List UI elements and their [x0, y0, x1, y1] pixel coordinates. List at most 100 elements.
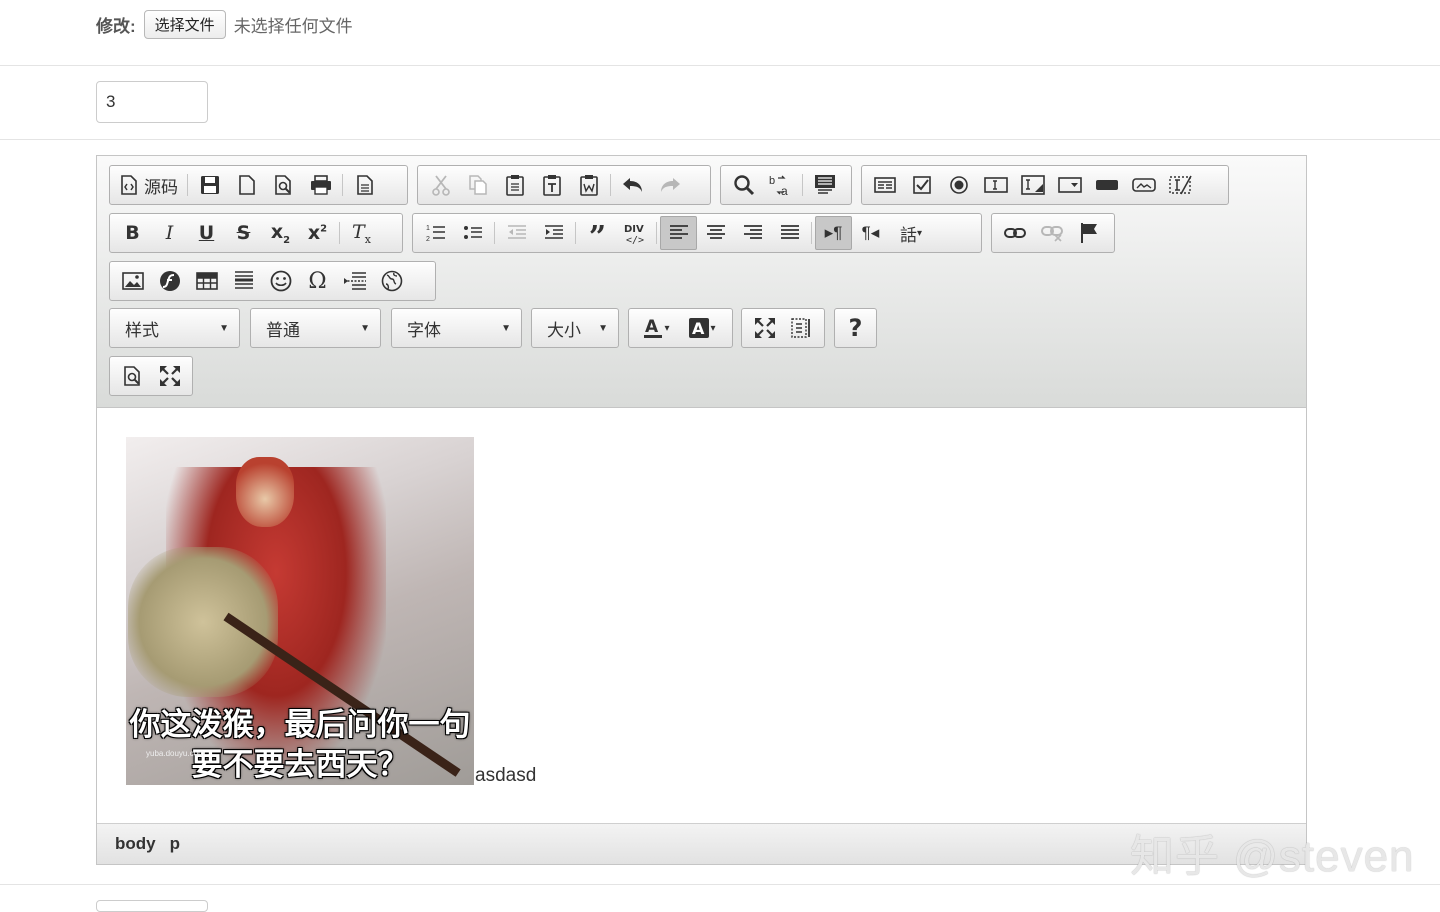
bulleted-list-button[interactable] [454, 216, 491, 250]
editor-content[interactable]: 你这泼猴，最后问你一句 要不要去西天？ yuba.douyu.com asdas… [126, 437, 536, 785]
subscript-icon: x2 [270, 220, 291, 246]
maximize-button[interactable] [746, 311, 783, 345]
replace-button[interactable]: ba [762, 168, 799, 202]
select-button[interactable] [1051, 168, 1088, 202]
background-color-button[interactable]: A ▾ [679, 311, 725, 345]
save-button[interactable] [191, 168, 228, 202]
paste-button[interactable] [496, 168, 533, 202]
redo-button[interactable] [651, 168, 688, 202]
path-item-body[interactable]: body [115, 834, 156, 854]
blockquote-button[interactable]: ” [579, 216, 616, 253]
preview-button-2[interactable] [114, 359, 151, 393]
select-all-button[interactable] [806, 168, 843, 202]
toolbar-group-extra [109, 356, 193, 396]
paste-text-button[interactable] [533, 168, 570, 202]
align-center-button[interactable] [697, 216, 734, 250]
hidden-field-button[interactable] [1162, 168, 1199, 202]
image-icon [121, 272, 144, 290]
globe-icon [381, 270, 402, 292]
text-field-button[interactable] [977, 168, 1014, 202]
special-char-button[interactable]: Ω [299, 264, 336, 298]
horizontal-rule-button[interactable] [225, 264, 262, 298]
source-label: 源码 [144, 177, 178, 197]
subscript-button[interactable]: x2 [262, 216, 299, 250]
remove-format-button[interactable]: Tx [343, 216, 380, 250]
superscript-icon: x2 [307, 222, 328, 244]
outdent-button[interactable] [498, 216, 535, 250]
new-page-button[interactable] [228, 168, 265, 202]
form-button[interactable] [866, 168, 903, 202]
flash-button[interactable] [151, 264, 188, 298]
undo-button[interactable] [614, 168, 651, 202]
image-watermark: yuba.douyu.com [146, 749, 205, 758]
copy-button[interactable] [459, 168, 496, 202]
print-button[interactable] [302, 168, 339, 202]
checkbox-button[interactable] [903, 168, 940, 202]
cut-button[interactable] [422, 168, 459, 202]
align-right-button[interactable] [734, 216, 771, 250]
align-left-button[interactable] [660, 216, 697, 250]
language-button[interactable]: 話 ▾ [889, 216, 933, 250]
smiley-button[interactable] [262, 264, 299, 298]
text-color-button[interactable]: A ▾ [633, 311, 679, 345]
rich-text-editor: 源码 ba B I U S x2 x2 Tx 1 2 ” DIV </> ▸¶ … [96, 155, 1307, 865]
path-item-p[interactable]: p [170, 834, 180, 854]
toolbar-group-basicstyles: B I U S x2 x2 Tx [109, 213, 403, 253]
bold-icon: B [125, 222, 140, 244]
indent-button[interactable] [535, 216, 572, 250]
templates-button[interactable] [346, 168, 383, 202]
chevron-down-icon: ▾ [916, 227, 923, 239]
format-dropdown-label: 普通 [266, 320, 300, 340]
image-button[interactable] [114, 264, 151, 298]
image-caption-line2: 要不要去西天？ [191, 747, 409, 782]
cut-icon [431, 175, 450, 196]
radio-icon [949, 176, 968, 194]
separator [575, 222, 576, 244]
image-button-button[interactable] [1125, 168, 1162, 202]
preview-button[interactable] [265, 168, 302, 202]
textarea-button[interactable] [1014, 168, 1051, 202]
format-dropdown[interactable]: 普通 ▼ [250, 308, 381, 348]
paste-from-word-button[interactable] [570, 168, 607, 202]
numbered-list-button[interactable]: 12 [417, 216, 454, 250]
select-icon [1057, 177, 1082, 193]
link-button[interactable] [996, 216, 1033, 250]
superscript-button[interactable]: x2 [299, 216, 336, 250]
show-blocks-button[interactable] [783, 311, 820, 345]
horizontal-rule-icon [234, 271, 253, 289]
table-button[interactable] [188, 264, 225, 298]
choose-file-button[interactable]: 选择文件 [143, 9, 226, 39]
page-break-button[interactable] [336, 264, 373, 298]
justify-button[interactable] [771, 216, 808, 250]
language-icon: 話 [899, 225, 917, 245]
styles-dropdown[interactable]: 样式 ▼ [109, 308, 240, 348]
unlink-button[interactable] [1033, 216, 1070, 250]
anchor-button[interactable] [1070, 216, 1107, 250]
number-input[interactable]: 3 [96, 81, 208, 123]
element-path-bar: body p [97, 823, 1306, 864]
italic-button[interactable]: I [151, 216, 188, 250]
ltr-button[interactable]: ▸¶ [815, 216, 852, 250]
separator [802, 174, 803, 196]
font-dropdown[interactable]: 字体 ▼ [391, 308, 522, 348]
size-dropdown[interactable]: 大小 ▼ [531, 308, 619, 348]
button-icon [1095, 180, 1118, 190]
print-icon [310, 175, 331, 195]
chevron-down-icon: ▼ [360, 322, 370, 334]
create-div-button[interactable]: DIV </> [616, 216, 653, 250]
button-button[interactable] [1088, 168, 1125, 202]
source-button[interactable]: 源码 [114, 173, 184, 198]
maximize-button-2[interactable] [151, 359, 188, 393]
replace-icon: ba [769, 175, 788, 196]
bold-button[interactable]: B [114, 216, 151, 250]
iframe-button[interactable] [373, 264, 410, 298]
content-image[interactable]: 你这泼猴，最后问你一句 要不要去西天？ yuba.douyu.com [126, 437, 474, 785]
strikethrough-button[interactable]: S [225, 216, 262, 250]
toolbar-group-about: ? [834, 308, 877, 348]
find-button[interactable] [725, 168, 762, 202]
unlink-icon [1040, 226, 1063, 242]
rtl-button[interactable]: ¶◂ [852, 216, 889, 250]
underline-button[interactable]: U [188, 216, 225, 250]
radio-button[interactable] [940, 168, 977, 202]
help-button[interactable]: ? [837, 311, 874, 345]
